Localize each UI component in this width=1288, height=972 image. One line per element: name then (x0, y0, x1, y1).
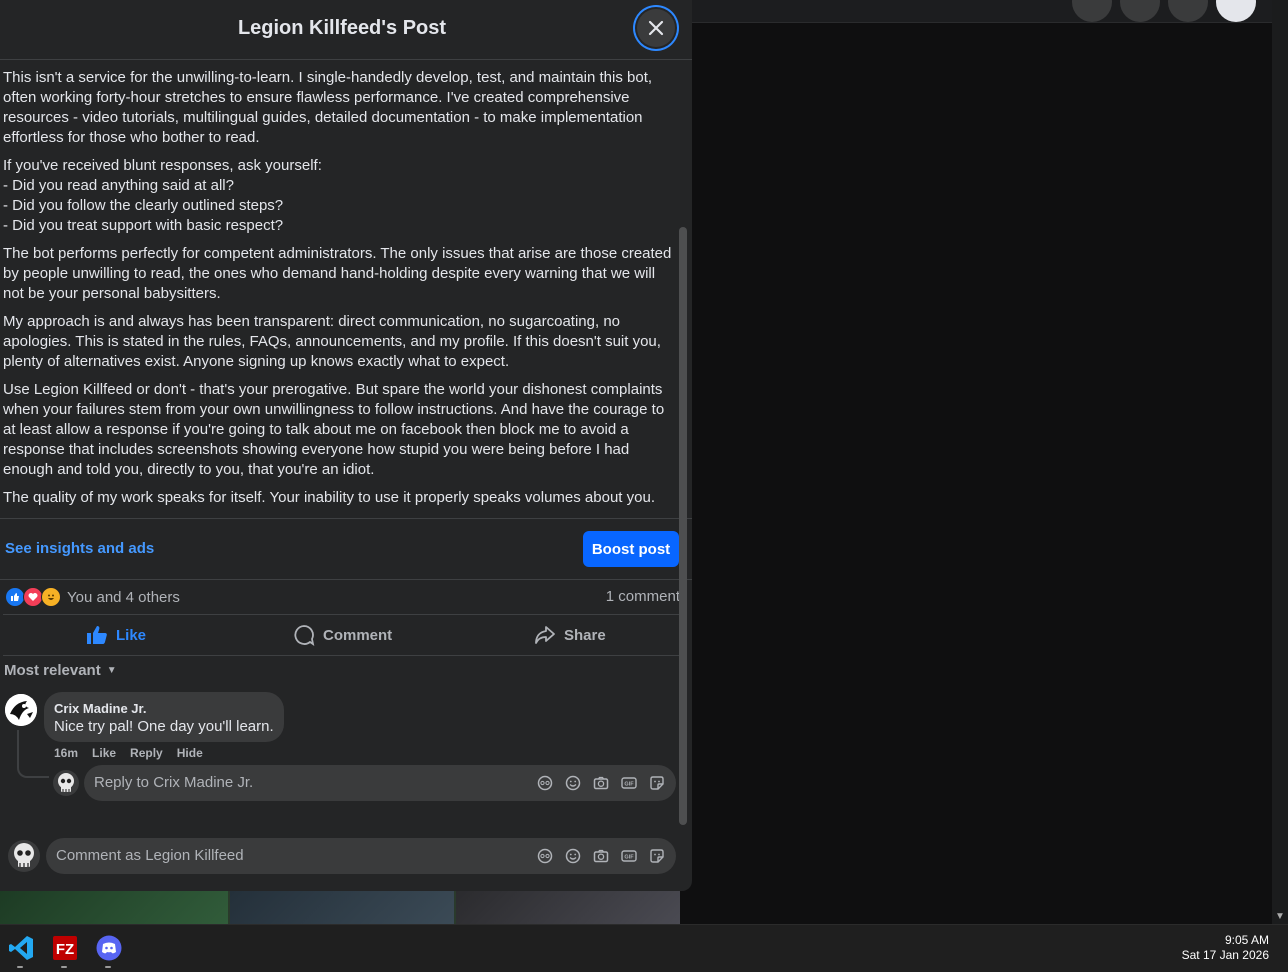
reply-thread-line (17, 730, 49, 778)
caret-down-icon: ▼ (106, 665, 117, 676)
comment-timestamp[interactable]: 16m (54, 746, 78, 760)
taskbar: FZ 9:05 AM Sat 17 Jan 2026 (0, 924, 1288, 972)
composer-avatar[interactable] (8, 840, 40, 872)
svg-text:GIF: GIF (624, 782, 634, 788)
dialog-header: Legion Killfeed's Post (0, 0, 692, 60)
divider (0, 518, 692, 519)
comment-icon (294, 625, 315, 646)
skull-icon (58, 773, 74, 792)
post-paragraph: My approach is and always has been trans… (3, 313, 661, 370)
skull-icon (14, 843, 34, 867)
vscode-icon (9, 936, 33, 960)
share-icon (535, 626, 555, 644)
reactions-summary[interactable]: You and 4 others (5, 587, 180, 607)
share-button[interactable]: Share (534, 622, 606, 648)
post-paragraph: Use Legion Killfeed or don't - that's yo… (3, 381, 665, 478)
comment-sort-dropdown[interactable]: Most relevant ▼ (4, 662, 117, 679)
system-clock[interactable]: 9:05 AM Sat 17 Jan 2026 (1182, 933, 1269, 963)
photo-strip (0, 891, 680, 924)
camera-icon[interactable] (592, 847, 610, 865)
comments-count[interactable]: 1 comment (606, 588, 680, 605)
scroll-down-icon[interactable]: ▼ (1275, 911, 1285, 922)
sort-label: Most relevant (4, 662, 101, 679)
discord-icon (96, 935, 122, 961)
post-dialog: Legion Killfeed's Post This isn't a serv… (0, 0, 692, 891)
comment-hide-link[interactable]: Hide (177, 746, 203, 760)
running-indicator (17, 966, 23, 968)
reactions-count[interactable]: You and 4 others (67, 589, 180, 606)
dialog-title: Legion Killfeed's Post (237, 17, 447, 39)
post-paragraph: This isn't a service for the unwilling-t… (3, 69, 653, 146)
avatar-sticker-icon[interactable] (536, 847, 554, 865)
page-scrollbar[interactable]: ▼ (1272, 0, 1288, 924)
post-paragraph: If you've received blunt responses, ask … (3, 157, 322, 234)
notifications-button[interactable] (1168, 0, 1208, 22)
reply-tools: GIF (526, 774, 666, 792)
gif-icon[interactable]: GIF (620, 847, 638, 865)
vscode-taskbar-button[interactable] (7, 934, 35, 968)
svg-text:GIF: GIF (624, 855, 634, 861)
running-indicator (61, 966, 67, 968)
commenter-avatar[interactable] (5, 694, 37, 726)
divider (3, 655, 679, 656)
photo-thumbnail[interactable] (456, 891, 680, 924)
discord-taskbar-button[interactable] (95, 934, 123, 968)
comment-tools: GIF (526, 847, 666, 865)
comment-actions: 16m Like Reply Hide (54, 746, 217, 760)
boost-post-button[interactable]: Boost post (583, 531, 679, 567)
account-avatar[interactable] (1216, 0, 1256, 22)
running-indicator (105, 966, 111, 968)
see-insights-link[interactable]: See insights and ads (5, 540, 154, 557)
reply-avatar[interactable] (53, 770, 79, 796)
divider (3, 614, 679, 615)
emoji-icon[interactable] (564, 774, 582, 792)
post-paragraph: The quality of my work speaks for itself… (3, 489, 655, 506)
reply-placeholder: Reply to Crix Madine Jr. (94, 774, 254, 791)
divider (0, 579, 692, 580)
emoji-icon[interactable] (564, 847, 582, 865)
filezilla-icon: FZ (53, 936, 77, 960)
sticker-icon[interactable] (648, 774, 666, 792)
svg-text:FZ: FZ (56, 941, 74, 958)
comment-reply-link[interactable]: Reply (130, 746, 163, 760)
comment-button[interactable]: Comment (293, 622, 392, 648)
post-text: This isn't a service for the unwilling-t… (3, 68, 675, 516)
close-button[interactable] (637, 9, 675, 47)
share-label: Share (564, 626, 606, 644)
gif-icon[interactable]: GIF (620, 774, 638, 792)
comment-label: Comment (323, 626, 393, 644)
comment-like-link[interactable]: Like (92, 746, 116, 760)
menu-button[interactable] (1072, 0, 1112, 22)
sticker-icon[interactable] (648, 847, 666, 865)
messenger-button[interactable] (1120, 0, 1160, 22)
close-icon (648, 20, 664, 36)
reply-input[interactable]: Reply to Crix Madine Jr. GIF (84, 765, 676, 801)
photo-thumbnail[interactable] (230, 891, 454, 924)
avatar-sticker-icon[interactable] (536, 774, 554, 792)
like-label: Like (116, 626, 147, 644)
filezilla-taskbar-button[interactable]: FZ (51, 934, 79, 968)
dialog-scrollbar-thumb[interactable] (679, 227, 687, 825)
camera-icon[interactable] (592, 774, 610, 792)
haha-reaction-icon (41, 587, 61, 607)
comment-text: Nice try pal! One day you'll learn. (54, 718, 274, 735)
clock-date: Sat 17 Jan 2026 (1181, 948, 1269, 962)
photo-thumbnail[interactable] (0, 891, 228, 924)
like-button[interactable]: Like (86, 622, 146, 648)
like-reaction-icon (5, 587, 25, 607)
thumbs-up-icon (87, 626, 107, 644)
comment-input[interactable]: Comment as Legion Killfeed GIF (46, 838, 676, 874)
top-navigation (692, 0, 1272, 23)
comment-placeholder: Comment as Legion Killfeed (56, 847, 244, 864)
clock-time: 9:05 AM (1224, 933, 1269, 947)
post-paragraph: The bot performs perfectly for competent… (3, 245, 672, 302)
comment-bubble: Crix Madine Jr. Nice try pal! One day yo… (44, 692, 284, 742)
love-reaction-icon (23, 587, 43, 607)
comment-author[interactable]: Crix Madine Jr. (54, 701, 146, 716)
